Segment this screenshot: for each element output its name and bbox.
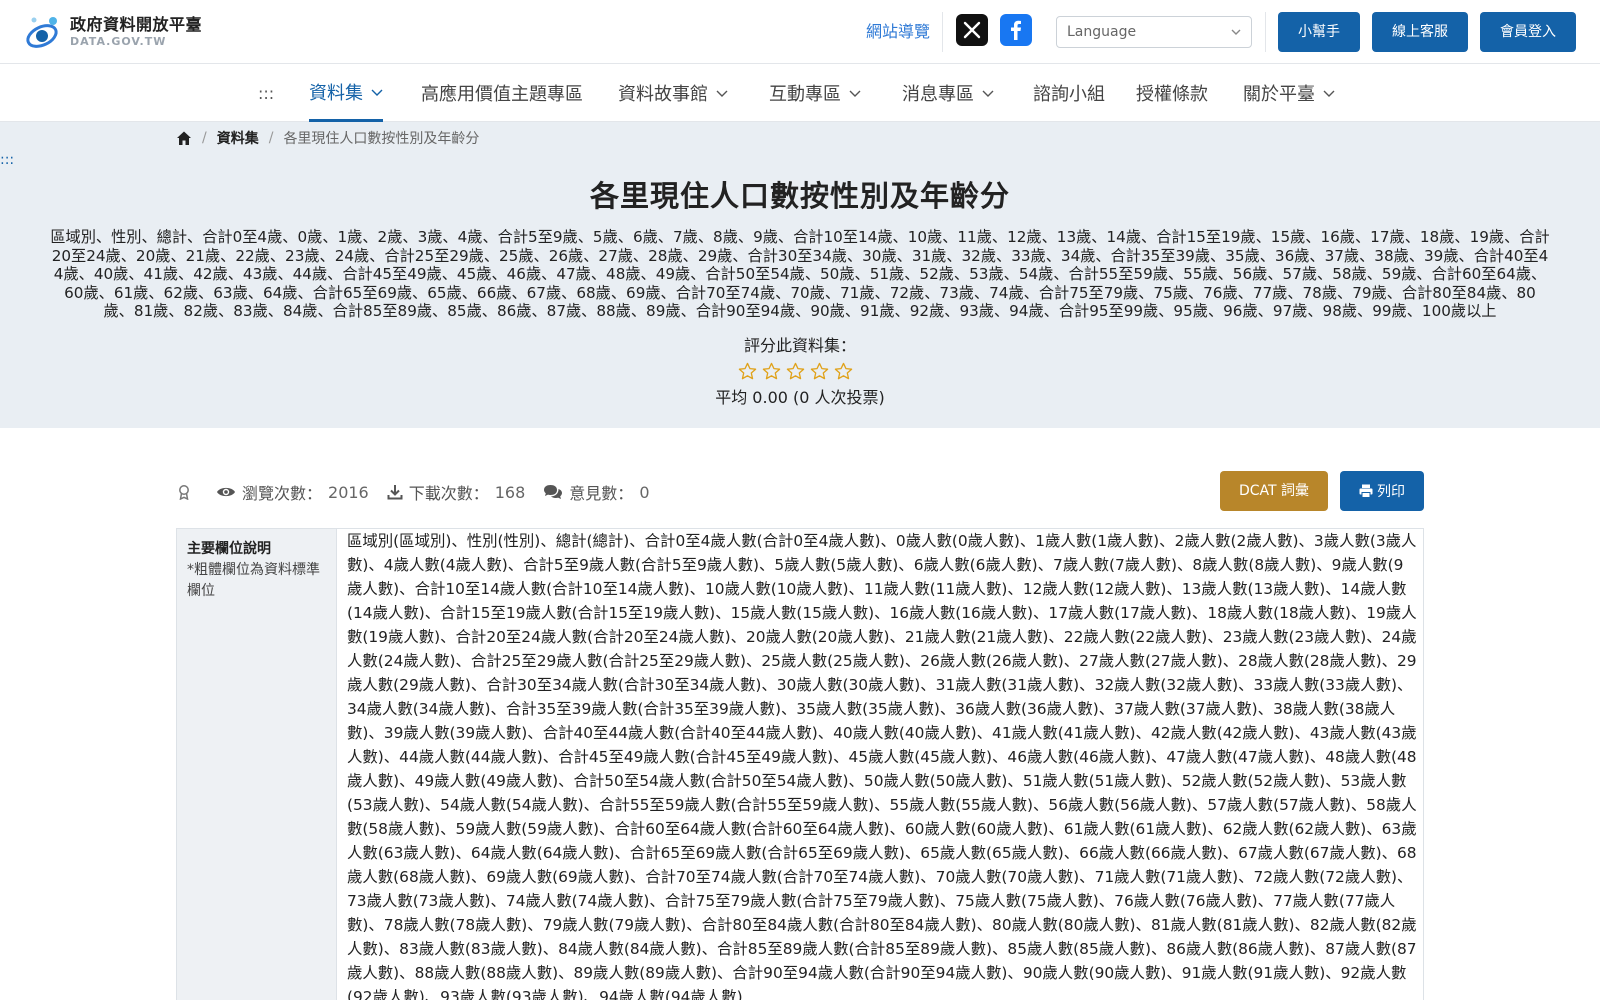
nav-item-label: 高應用價值主題專區 <box>421 84 583 105</box>
page-title: 各里現住人口數按性別及年齡分 <box>589 179 1010 213</box>
breadcrumb-separator: / <box>268 130 274 146</box>
breadcrumb: / 資料集 / 各里現住人口數按性別及年齡分 <box>176 126 479 150</box>
chevron-down-icon <box>982 90 994 97</box>
fields-description: 區域別(區域別)、性別(性別)、總計(總計)、合計0至4歲人數(合計0至4歲人數… <box>347 532 1417 1000</box>
fields-header-title: 主要欄位說明 <box>187 541 271 557</box>
download-count: 下載次數： 168 <box>387 480 526 504</box>
logo-title: 政府資料開放平臺 <box>70 15 203 34</box>
x-twitter-icon <box>963 21 981 39</box>
rating-label: 評分此資料集： <box>743 336 856 355</box>
nav-item-label: 關於平臺 <box>1243 84 1315 105</box>
site-logo[interactable]: 政府資料開放平臺 DATA.GOV.TW <box>24 12 202 52</box>
help-button[interactable]: 小幫手 <box>1278 12 1360 52</box>
star-outline-icon[interactable] <box>810 362 829 381</box>
print-button[interactable]: 列印 <box>1340 471 1424 511</box>
chevron-down-icon <box>1323 90 1335 97</box>
x-twitter-button[interactable] <box>956 14 988 46</box>
chevron-down-icon <box>371 89 383 96</box>
badge-stat <box>176 484 198 500</box>
comment-count-label: 意見數： <box>569 484 634 503</box>
nav-item-label: 資料故事館 <box>618 84 708 105</box>
site-header: 政府資料開放平臺 DATA.GOV.TW 網站導覽 Language 小幫手 線… <box>0 0 1600 64</box>
platform-logo-icon <box>26 17 58 48</box>
comments-icon <box>544 485 563 499</box>
nav-item-interactive[interactable]: 互動專區 <box>769 64 861 122</box>
dataset-description: 區域別、性別、總計、合計0至4歲、0歲、1歲、2歲、3歲、4歲、合計5至9歲、5… <box>50 228 1550 320</box>
eye-icon <box>217 487 235 497</box>
dataset-hero: / 資料集 / 各里現住人口數按性別及年齡分 ::: 各里現住人口數按性別及年齡… <box>0 122 1600 428</box>
fields-table: 主要欄位說明 *粗體欄位為資料標準欄位 區域別(區域別)、性別(性別)、總計(總… <box>176 528 1424 1000</box>
customer-service-button[interactable]: 線上客服 <box>1372 12 1468 52</box>
main-nav: ::: 資料集 高應用價值主題專區 資料故事館 互動專區 消息專區 諮詢小組 授… <box>0 64 1600 122</box>
download-count-label: 下載次數： <box>408 484 489 503</box>
nav-item-label: 互動專區 <box>769 84 841 105</box>
nav-item-label: 消息專區 <box>902 84 974 105</box>
comment-count: 意見數： 0 <box>543 480 650 504</box>
facebook-icon <box>1011 20 1021 40</box>
star-outline-icon[interactable] <box>762 362 781 381</box>
download-icon <box>387 485 403 500</box>
dcat-vocabulary-button[interactable]: DCAT 詞彙 <box>1220 471 1328 511</box>
nav-item-high-value-topics[interactable]: 高應用價值主題專區 <box>421 64 583 122</box>
badge-icon <box>179 485 189 500</box>
nav-item-advisory[interactable]: 諮詢小組 <box>1033 64 1105 122</box>
print-icon <box>1359 484 1373 498</box>
nav-item-data-stories[interactable]: 資料故事館 <box>618 64 728 122</box>
nav-item-news[interactable]: 消息專區 <box>902 64 994 122</box>
view-count: 瀏覽次數： 2016 <box>216 480 369 504</box>
comment-count-value: 0 <box>639 482 650 502</box>
nav-item-label: 授權條款 <box>1136 84 1208 105</box>
rating-average: 平均 0.00 (0 人次投票) <box>715 388 885 407</box>
fields-table-header: 主要欄位說明 *粗體欄位為資料標準欄位 <box>177 529 337 1000</box>
login-button[interactable]: 會員登入 <box>1480 12 1576 52</box>
facebook-button[interactable] <box>1000 14 1032 46</box>
star-outline-icon[interactable] <box>738 362 757 381</box>
rating-stars <box>738 362 853 381</box>
language-select[interactable]: Language <box>1056 16 1252 48</box>
chevron-down-icon <box>849 90 861 97</box>
nav-item-label: 諮詢小組 <box>1033 84 1105 105</box>
home-icon[interactable] <box>176 130 192 146</box>
nav-item-datasets[interactable]: 資料集 <box>309 64 383 122</box>
chevron-down-icon <box>716 90 728 97</box>
breadcrumb-datasets[interactable]: 資料集 <box>217 128 259 148</box>
language-select-value: Language <box>1067 24 1137 40</box>
site-guide-link[interactable]: 網站導覽 <box>866 20 930 44</box>
content-skip-anchor[interactable]: ::: <box>0 152 14 168</box>
download-count-value: 168 <box>494 482 526 502</box>
fields-header-note: *粗體欄位為資料標準欄位 <box>187 562 320 599</box>
header-divider <box>1265 12 1266 52</box>
nav-item-license[interactable]: 授權條款 <box>1136 64 1208 122</box>
logo-subtitle: DATA.GOV.TW <box>70 35 167 48</box>
dataset-stats: 瀏覽次數： 2016 下載次數： 168 意見數： 0 <box>176 480 668 504</box>
breadcrumb-current: 各里現住人口數按性別及年齡分 <box>283 131 480 147</box>
print-button-label: 列印 <box>1377 484 1405 500</box>
nav-item-about[interactable]: 關於平臺 <box>1243 64 1335 122</box>
view-count-label: 瀏覽次數： <box>242 484 323 503</box>
view-count-value: 2016 <box>328 482 369 502</box>
breadcrumb-separator: / <box>202 130 207 146</box>
header-divider <box>942 12 943 52</box>
nav-item-label: 資料集 <box>309 82 363 104</box>
star-outline-icon[interactable] <box>834 362 853 381</box>
chevron-down-icon <box>1231 29 1241 35</box>
nav-skip-anchor[interactable]: ::: <box>258 64 274 122</box>
star-outline-icon[interactable] <box>786 362 805 381</box>
